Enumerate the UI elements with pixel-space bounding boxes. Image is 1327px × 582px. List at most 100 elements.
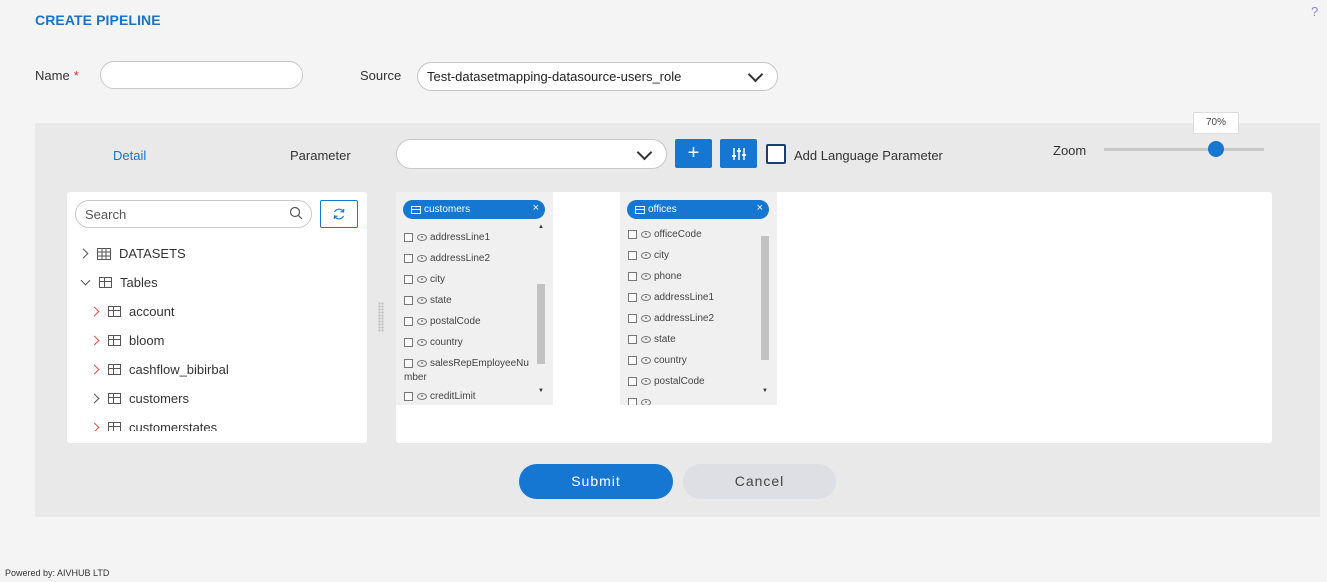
field-label: postalCode (430, 316, 481, 327)
checkbox[interactable] (404, 233, 413, 242)
checkbox[interactable] (628, 335, 637, 344)
source-select[interactable]: Test-datasetmapping-datasource-users_rol… (417, 62, 778, 91)
chevron-right-icon (78, 248, 89, 259)
table-node-customers[interactable]: customers × addressLine1 addressLine2 ci… (396, 192, 553, 405)
tree-item-account[interactable]: account (89, 304, 175, 319)
resize-handle[interactable] (378, 302, 384, 332)
checkbox[interactable] (404, 317, 413, 326)
eye-icon[interactable] (417, 255, 427, 262)
field-row[interactable]: addressLine1 (628, 291, 714, 305)
tree-item-datasets[interactable]: DATASETS (78, 246, 186, 261)
field-row[interactable]: country (628, 354, 687, 368)
tree-item-customerstates[interactable]: customerstates (89, 420, 217, 431)
field-row[interactable]: salesRepEmployeeNu (404, 357, 529, 371)
table-icon (108, 335, 121, 346)
submit-button[interactable]: Submit (519, 464, 673, 499)
scroll-down-icon[interactable]: ▼ (762, 388, 768, 394)
source-label: Source (360, 68, 402, 83)
node-title: customers (424, 204, 471, 215)
field-row[interactable]: addressLine2 (628, 312, 714, 326)
footer-text: Powered by: AIVHUB LTD (5, 568, 110, 578)
checkbox[interactable] (628, 293, 637, 302)
refresh-button[interactable] (320, 200, 358, 228)
checkbox[interactable] (628, 398, 637, 405)
checkbox[interactable] (404, 296, 413, 305)
checkbox[interactable] (628, 251, 637, 260)
checkbox[interactable] (404, 359, 413, 368)
checkbox[interactable] (628, 314, 637, 323)
checkbox[interactable] (628, 230, 637, 239)
scroll-down-icon[interactable]: ▼ (538, 388, 544, 394)
eye-icon[interactable] (417, 393, 427, 400)
eye-icon[interactable] (641, 294, 651, 301)
field-row[interactable]: city (404, 273, 445, 287)
eye-icon[interactable] (641, 336, 651, 343)
chevron-down-icon (747, 66, 764, 83)
field-row[interactable]: creditLimit (404, 390, 476, 404)
eye-icon[interactable] (417, 318, 427, 325)
eye-icon[interactable] (641, 273, 651, 280)
field-row[interactable]: addressLine1 (404, 231, 490, 245)
field-row[interactable]: city (628, 249, 669, 263)
field-label: phone (654, 271, 682, 282)
field-row[interactable]: postalCode (628, 375, 705, 389)
checkbox[interactable] (628, 272, 637, 281)
field-row[interactable]: state (404, 294, 452, 308)
zoom-slider-thumb[interactable] (1208, 141, 1224, 157)
checkbox[interactable] (404, 254, 413, 263)
eye-icon[interactable] (417, 276, 427, 283)
field-row[interactable] (628, 396, 654, 405)
search-input[interactable]: Search (75, 200, 312, 228)
checkbox[interactable] (404, 338, 413, 347)
eye-icon[interactable] (641, 231, 651, 238)
scroll-up-icon[interactable]: ▲ (538, 224, 544, 230)
eye-icon[interactable] (641, 252, 651, 259)
cancel-button[interactable]: Cancel (683, 464, 836, 499)
tree-item-label: account (129, 304, 175, 319)
scrollbar-thumb[interactable] (537, 284, 545, 364)
eye-icon[interactable] (641, 399, 651, 405)
close-icon[interactable]: × (757, 202, 763, 214)
field-label: addressLine2 (654, 313, 715, 324)
tree-item-cashflow[interactable]: cashflow_bibirbal (89, 362, 229, 377)
search-icon (289, 206, 303, 220)
field-label: addressLine2 (430, 253, 491, 264)
field-label: state (430, 295, 452, 306)
parameter-settings-button[interactable] (720, 139, 757, 168)
field-row[interactable]: phone (628, 270, 682, 284)
field-row[interactable]: postalCode (404, 315, 481, 329)
eye-icon[interactable] (641, 378, 651, 385)
checkbox[interactable] (404, 392, 413, 401)
node-header[interactable]: offices × (627, 200, 769, 219)
tree-item-customers[interactable]: customers (89, 391, 189, 406)
parameter-select[interactable] (396, 139, 667, 169)
field-label: city (430, 274, 445, 285)
node-header[interactable]: customers × (403, 200, 545, 219)
field-row[interactable]: country (404, 336, 463, 350)
add-language-parameter-checkbox[interactable] (766, 144, 786, 164)
scrollbar-thumb[interactable] (761, 236, 769, 360)
eye-icon[interactable] (641, 357, 651, 364)
field-label-wrap: mber (404, 371, 427, 385)
help-icon[interactable]: ? (1311, 4, 1318, 19)
eye-icon[interactable] (417, 297, 427, 304)
add-parameter-button[interactable]: + (675, 139, 712, 168)
checkbox[interactable] (404, 275, 413, 284)
checkbox[interactable] (628, 356, 637, 365)
field-row[interactable]: addressLine2 (404, 252, 490, 266)
field-row[interactable]: officeCode (628, 228, 702, 242)
eye-icon[interactable] (417, 360, 427, 367)
eye-icon[interactable] (641, 315, 651, 322)
name-input[interactable] (100, 61, 303, 89)
eye-icon[interactable] (417, 339, 427, 346)
eye-icon[interactable] (417, 234, 427, 241)
tree-item-bloom[interactable]: bloom (89, 333, 164, 348)
checkbox[interactable] (628, 377, 637, 386)
field-row[interactable]: state (628, 333, 676, 347)
table-node-offices[interactable]: offices × officeCode city phone addressL… (620, 192, 777, 405)
tree-list: DATASETS Tables account bloom cashflow_b… (67, 240, 367, 431)
tab-detail[interactable]: Detail (113, 148, 146, 163)
close-icon[interactable]: × (533, 202, 539, 214)
tree-item-tables[interactable]: Tables (80, 275, 158, 290)
zoom-slider-track[interactable] (1104, 148, 1264, 151)
